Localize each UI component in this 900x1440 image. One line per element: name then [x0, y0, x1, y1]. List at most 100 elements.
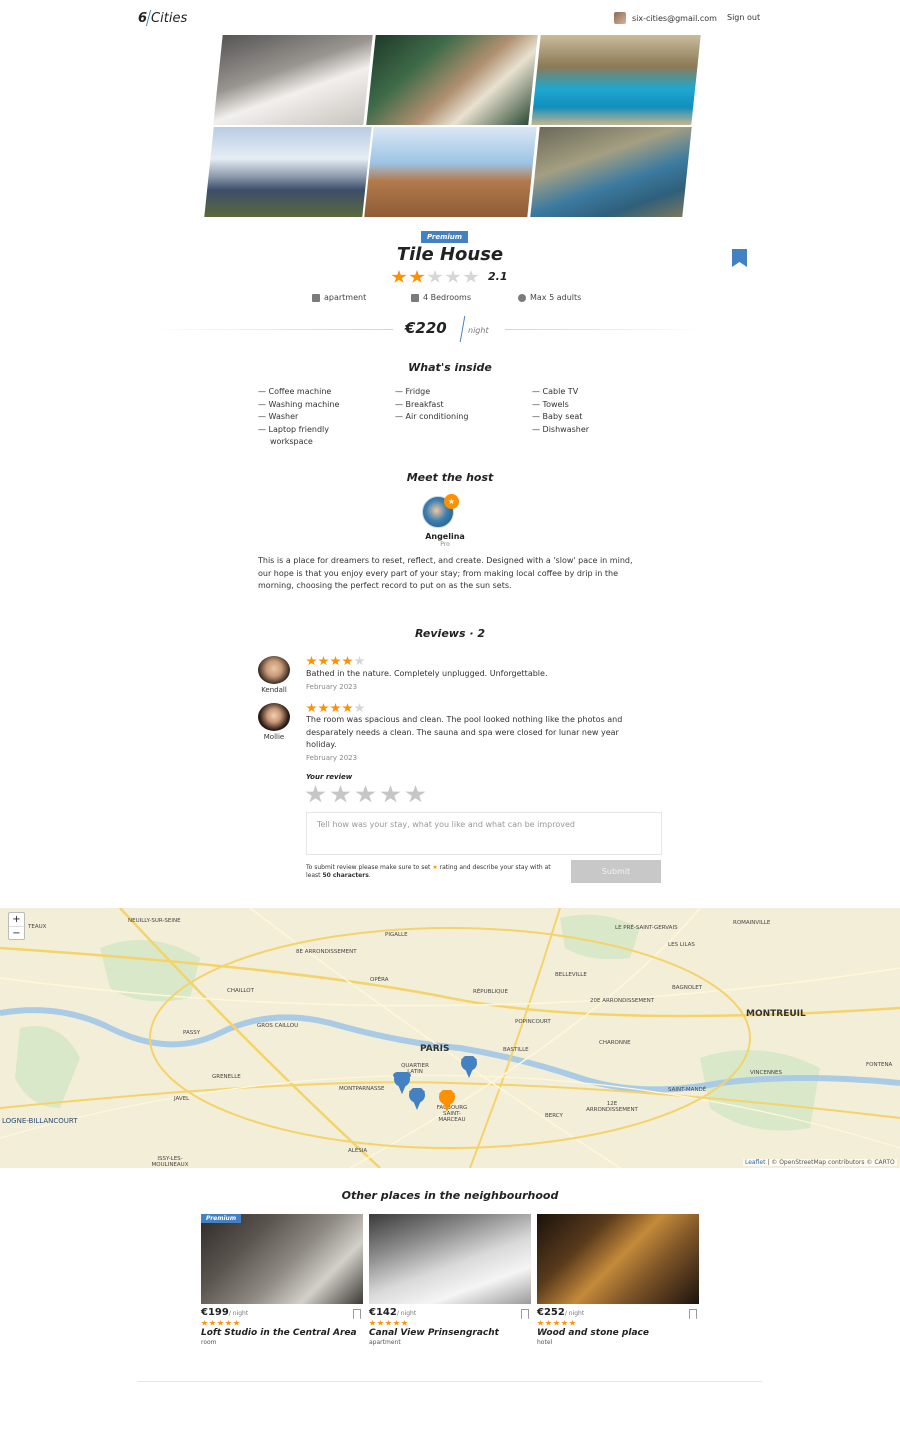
- map-pin-active[interactable]: [437, 1090, 457, 1114]
- map-label: Chaillot: [227, 988, 254, 994]
- map-label: 20e Arrondissement: [590, 998, 655, 1004]
- map-label: Pigalle: [385, 932, 408, 938]
- map-label: République: [473, 989, 508, 995]
- map-attribution: Leaflet | © OpenStreetMap contributors ©…: [743, 1159, 897, 1166]
- place-card-name[interactable]: Canal View Prinsengracht: [369, 1328, 531, 1338]
- zoom-out-button[interactable]: −: [9, 926, 24, 939]
- place-card-price: €142/ night: [369, 1307, 531, 1318]
- map-label: 8e Arrondissement: [296, 949, 357, 955]
- zoom-in-button[interactable]: +: [9, 913, 24, 926]
- map-label: Issy-les-Moulineaux: [151, 1156, 189, 1168]
- bookmark-icon[interactable]: [731, 249, 748, 267]
- review-textarea[interactable]: Tell how was your stay, what you like an…: [306, 812, 662, 855]
- star-icon: [354, 703, 365, 713]
- rating-star-3[interactable]: [355, 785, 376, 803]
- price-divider: [459, 316, 466, 342]
- inside-list-col3: Cable TV Towels Baby seat Dishwasher: [532, 386, 590, 437]
- map[interactable]: Neuilly-sur-Seine teaux Le Pré-Saint-Ger…: [0, 908, 900, 1168]
- rating-star-1[interactable]: [305, 785, 326, 803]
- place-card[interactable]: Premium €199/ night Loft Studio in the C…: [201, 1214, 363, 1346]
- logo-text: Cities: [151, 11, 188, 26]
- footer-divider: [137, 1381, 762, 1382]
- review-item: Mollie: [258, 703, 294, 741]
- review-text: The room was spacious and clean. The poo…: [306, 715, 623, 750]
- reviewer-avatar: [258, 703, 290, 731]
- star-icon: [427, 270, 443, 283]
- star-icon: [342, 703, 353, 713]
- premium-badge: Premium: [201, 1214, 242, 1223]
- list-item: Breakfast: [395, 399, 468, 412]
- sign-out-link[interactable]: Sign out: [727, 13, 760, 22]
- place-card-image[interactable]: [537, 1214, 699, 1304]
- host-avatar: ★: [422, 494, 468, 529]
- place-card-type: room: [201, 1339, 217, 1346]
- star-icon: [330, 656, 341, 666]
- feature-adults-label: Max 5 adults: [530, 293, 582, 302]
- list-item: Coffee machine: [258, 386, 339, 399]
- user-email: six-cities@gmail.com: [632, 13, 717, 23]
- list-item: Laptop friendly: [258, 424, 339, 437]
- star-icon: [306, 703, 317, 713]
- place-card-stars: [537, 1320, 699, 1326]
- map-label: Passy: [183, 1030, 201, 1036]
- star-icon: [342, 656, 353, 666]
- price-unit: night: [468, 326, 489, 335]
- place-card[interactable]: €252/ night Wood and stone place hotel: [537, 1214, 699, 1346]
- leaflet-link[interactable]: Leaflet: [745, 1159, 765, 1166]
- list-item: Washing machine: [258, 399, 340, 412]
- map-label: Fontena: [866, 1062, 893, 1068]
- price-unit: / night: [564, 1310, 585, 1317]
- place-card-image[interactable]: Premium: [201, 1214, 363, 1304]
- place-card-price: €252/ night: [537, 1307, 699, 1318]
- list-item: Dishwasher: [532, 424, 590, 437]
- logo[interactable]: 6 Cities: [138, 10, 187, 26]
- map-label: Bagnolet: [672, 985, 703, 991]
- review-item: Kendall: [258, 656, 294, 694]
- map-label: 12e Arrondissement: [586, 1101, 638, 1113]
- map-label: Charonne: [599, 1040, 631, 1046]
- map-label: Alésia: [348, 1148, 368, 1154]
- star-icon: [463, 270, 479, 283]
- place-card-image[interactable]: [369, 1214, 531, 1304]
- map-label: Grenelle: [212, 1074, 241, 1080]
- map-pin[interactable]: [392, 1072, 412, 1096]
- list-item: Fridge: [395, 386, 468, 399]
- place-card-stars: [369, 1320, 531, 1326]
- host-description: This is a place for dreamers to reset, r…: [258, 556, 633, 591]
- rating-star-5[interactable]: [405, 785, 426, 803]
- help-prefix: To submit review please make sure to set: [306, 864, 431, 871]
- place-card-name[interactable]: Wood and stone place: [537, 1328, 699, 1338]
- gallery-image-hotel-palm: [364, 127, 537, 217]
- place-card-name[interactable]: Loft Studio in the Central Area: [201, 1328, 363, 1338]
- divider: [505, 329, 705, 330]
- review-form-label: Your review: [306, 773, 353, 781]
- review-date: February 2023: [306, 683, 358, 691]
- star-icon: [354, 656, 365, 666]
- map-tiles: [0, 908, 900, 1168]
- place-card[interactable]: €142/ night Canal View Prinsengracht apa…: [369, 1214, 531, 1346]
- map-label: teaux: [28, 924, 47, 930]
- review-rating-input[interactable]: [305, 785, 426, 804]
- map-label: LOGNE-BILLANCOURT: [2, 1117, 78, 1125]
- rating-star-4[interactable]: [380, 785, 401, 803]
- offer-gallery: [203, 35, 701, 217]
- premium-badge: Premium: [421, 231, 469, 243]
- review-text: Bathed in the nature. Completely unplugg…: [306, 669, 548, 678]
- star-icon: ★: [432, 864, 438, 871]
- user-profile-link[interactable]: six-cities@gmail.com: [614, 12, 717, 24]
- submit-button[interactable]: Submit: [571, 860, 661, 883]
- feature-adults: Max 5 adults: [518, 293, 581, 302]
- list-item: Air conditioning: [395, 411, 469, 424]
- gallery-image-aerial: [530, 127, 692, 217]
- map-label: Javel: [174, 1096, 190, 1102]
- inside-list-col1: Coffee machine Washing machine Washer La…: [258, 386, 340, 449]
- people-icon: [518, 293, 526, 302]
- place-card-type: apartment: [369, 1339, 401, 1346]
- pro-star-icon: ★: [444, 494, 459, 509]
- inside-title: What's inside: [408, 361, 492, 374]
- star-icon: [391, 270, 407, 283]
- map-pin[interactable]: [459, 1056, 479, 1080]
- feature-bedrooms: 4 Bedrooms: [411, 293, 471, 302]
- rating-star-2[interactable]: [330, 785, 351, 803]
- gallery-image-bedroom: [213, 35, 373, 125]
